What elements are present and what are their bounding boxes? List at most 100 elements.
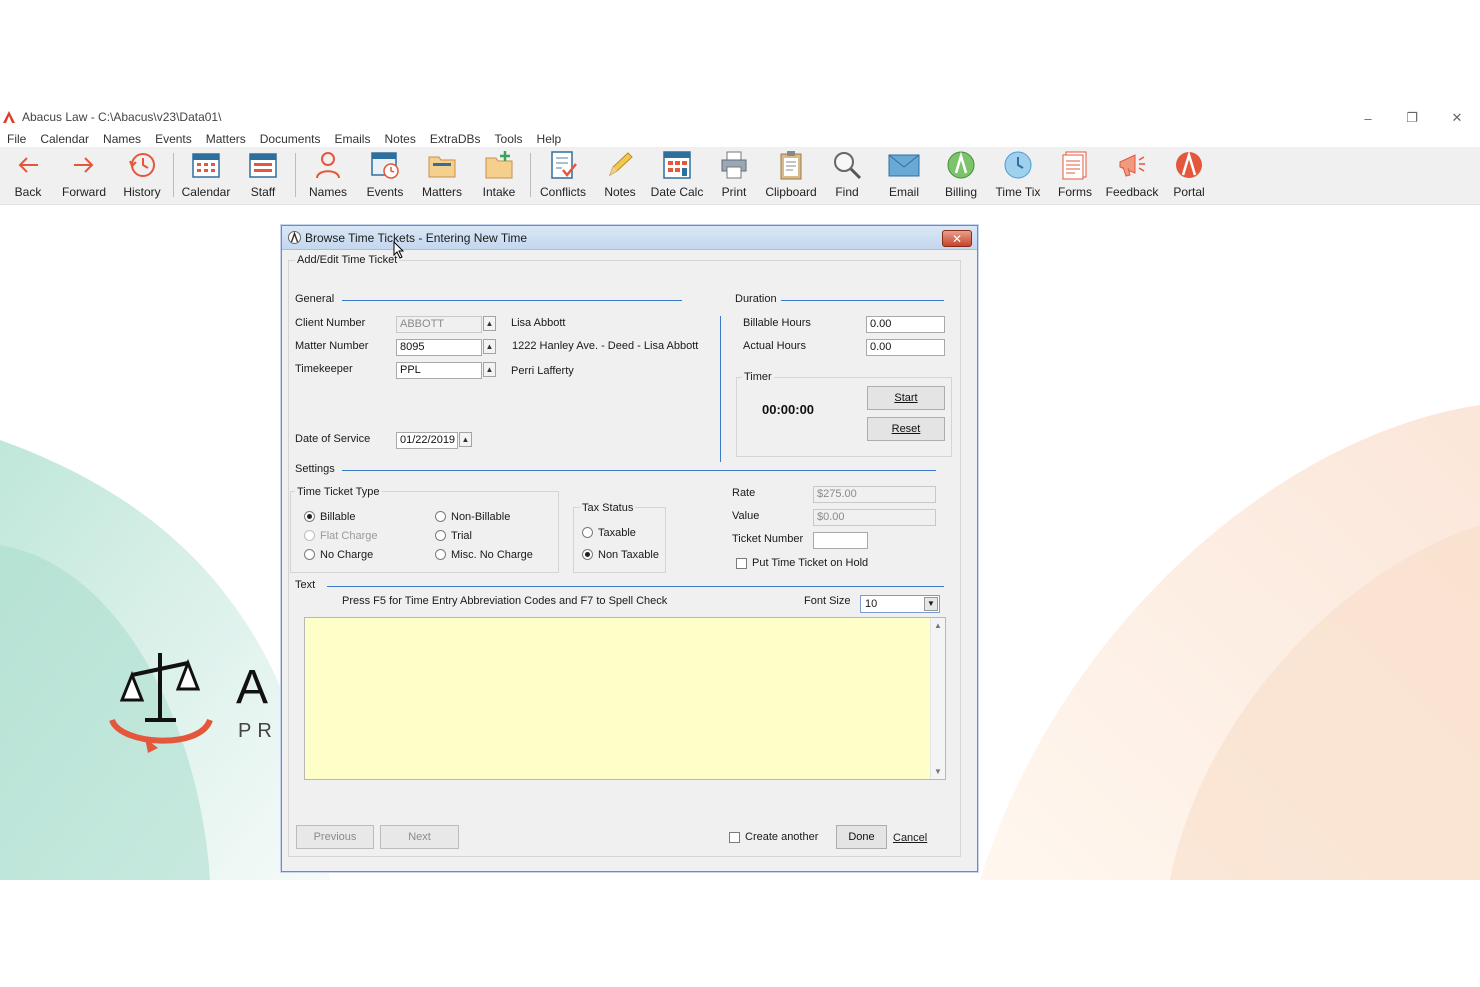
folder-icon [426,149,458,181]
forms-icon [1059,149,1091,181]
background-logo-letter: A [236,661,268,714]
toolbar-separator [295,153,296,197]
restore-button[interactable]: ❐ [1390,106,1434,130]
toolbar-matters-button[interactable]: Matters [414,149,470,203]
client-name: Lisa Abbott [511,317,566,329]
client-number-field[interactable]: ABBOTT [396,316,482,333]
toolbar-time-tix-button[interactable]: Time Tix [990,149,1046,203]
menu-events[interactable]: Events [148,130,199,148]
menu-extradbs[interactable]: ExtraDBs [423,130,488,148]
toolbar-back-button[interactable]: Back [0,149,56,203]
billable-hours-label: Billable Hours [743,317,811,329]
date-of-service-field[interactable]: 01/22/2019 [396,432,458,449]
toolbar-date-calc-button[interactable]: Date Calc [649,149,705,203]
duration-heading: Duration [735,293,777,305]
toolbar-notes-button[interactable]: Notes [592,149,648,203]
timekeeper-field[interactable]: PPL [396,362,482,379]
menu-notes[interactable]: Notes [377,130,422,148]
toolbar-billing-button[interactable]: Billing [933,149,989,203]
value-field[interactable]: $0.00 [813,509,936,526]
font-size-select[interactable]: 10 ▼ [860,595,940,613]
abacus-logo-icon [3,111,15,123]
ticket-number-field[interactable] [813,532,868,549]
toolbar-clipboard-button[interactable]: Clipboard [763,149,819,203]
add-edit-group-title: Add/Edit Time Ticket [295,254,400,266]
matter-number-field[interactable]: 8095 [396,339,482,356]
client-lookup-button[interactable]: ▲ [483,316,496,331]
flat-charge-radio[interactable] [304,530,315,541]
menu-names[interactable]: Names [96,130,148,148]
menu-emails[interactable]: Emails [327,130,377,148]
no-charge-radio[interactable] [304,549,315,560]
mouse-pointer-icon [393,241,405,259]
timekeeper-lookup-button[interactable]: ▲ [483,362,496,377]
billable-radio[interactable] [304,511,315,522]
timer-reset-button[interactable]: Reset [867,417,945,441]
next-button[interactable]: Next [380,825,459,849]
toolbar-events-button[interactable]: Events [357,149,413,203]
dialog-close-button[interactable]: ✕ [942,230,972,247]
billable-hours-field[interactable]: 0.00 [866,316,945,333]
hold-label: Put Time Ticket on Hold [752,557,869,569]
toolbar-email-button[interactable]: Email [876,149,932,203]
dialog-title-bar: Browse Time Tickets - Entering New Time … [282,226,977,250]
toolbar-conflicts-button[interactable]: Conflicts [535,149,591,203]
person-icon [312,149,344,181]
toolbar-calendar-button[interactable]: Calendar [178,149,234,203]
menu-help[interactable]: Help [530,130,569,148]
intake-folder-icon [483,149,515,181]
time-ticket-dialog: Browse Time Tickets - Entering New Time … [281,225,978,872]
scroll-up-icon[interactable]: ▲ [934,621,942,630]
close-window-button[interactable]: ✕ [1435,106,1479,130]
menu-matters[interactable]: Matters [199,130,253,148]
previous-button[interactable]: Previous [296,825,374,849]
value-label: Value [732,510,760,522]
timekeeper-name: Perri Lafferty [511,365,574,377]
pencil-icon [604,149,636,181]
toolbar-forward-button[interactable]: Forward [56,149,112,203]
settings-divider [342,470,936,471]
actual-hours-label: Actual Hours [743,340,806,352]
trial-radio[interactable] [435,530,446,541]
rate-field[interactable]: $275.00 [813,486,936,503]
envelope-icon [888,149,920,181]
menu-documents[interactable]: Documents [253,130,328,148]
scroll-down-icon[interactable]: ▼ [934,767,942,776]
back-arrow-icon [12,149,44,181]
toolbar-find-button[interactable]: Find [819,149,875,203]
non-taxable-radio[interactable] [582,549,593,560]
toolbar-history-button[interactable]: History [114,149,170,203]
menu-file[interactable]: File [0,130,33,148]
flat-charge-label: Flat Charge [320,530,378,542]
toolbar-print-button[interactable]: Print [706,149,762,203]
date-picker-button[interactable]: ▲ [459,432,472,447]
non-billable-radio[interactable] [435,511,446,522]
taxable-radio[interactable] [582,527,593,538]
menu-calendar[interactable]: Calendar [33,130,96,148]
toolbar-portal-button[interactable]: Portal [1161,149,1217,203]
background-logo-subtext: PR [238,720,278,742]
hold-checkbox[interactable] [736,558,747,569]
toolbar-intake-button[interactable]: Intake [471,149,527,203]
megaphone-icon [1116,149,1148,181]
minimize-button[interactable]: – [1346,106,1390,130]
done-button[interactable]: Done [836,825,887,849]
matter-lookup-button[interactable]: ▲ [483,339,496,354]
toolbar-forms-button[interactable]: Forms [1047,149,1103,203]
clock-icon [1002,149,1034,181]
matter-name: 1222 Hanley Ave. - Deed - Lisa Abbott [512,340,699,352]
timer-start-button[interactable]: Start [867,386,945,410]
misc-no-charge-radio[interactable] [435,549,446,560]
misc-no-charge-label: Misc. No Charge [451,549,533,561]
menu-bar: File Calendar Names Events Matters Docum… [0,130,568,148]
menu-tools[interactable]: Tools [488,130,530,148]
cancel-button[interactable]: Cancel [893,832,927,844]
time-entry-text-area[interactable]: ▲ ▼ [304,617,946,780]
toolbar-feedback-button[interactable]: Feedback [1104,149,1160,203]
toolbar-names-button[interactable]: Names [300,149,356,203]
toolbar-staff-button[interactable]: Staff [235,149,291,203]
actual-hours-field[interactable]: 0.00 [866,339,945,356]
text-divider [327,586,944,587]
create-another-checkbox[interactable] [729,832,740,843]
text-scrollbar[interactable]: ▲ ▼ [930,618,945,779]
